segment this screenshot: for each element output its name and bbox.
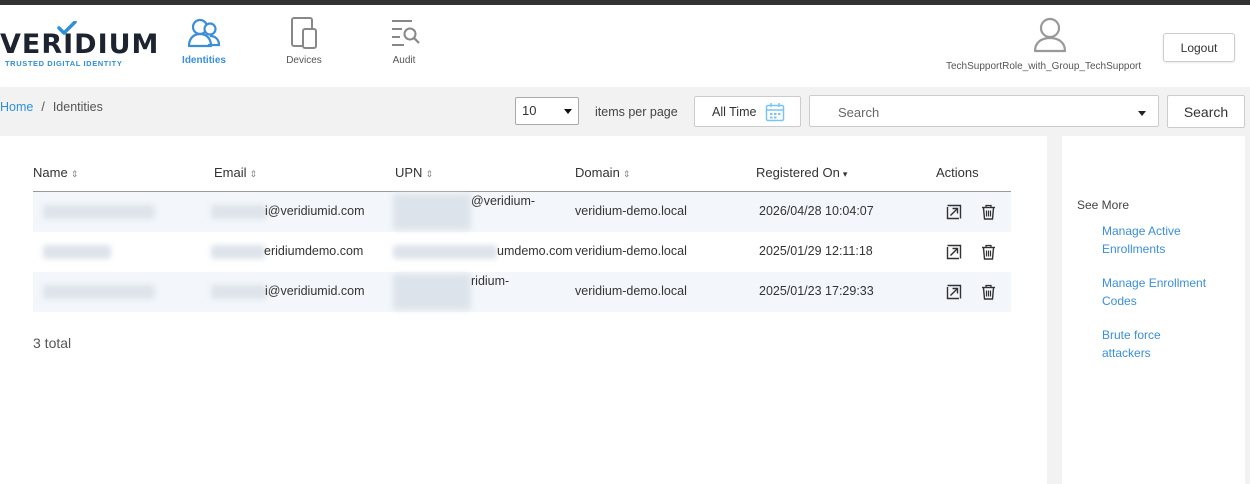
- nav-identities-label: Identities: [182, 55, 226, 66]
- link-line: Manage Enrollment: [1102, 276, 1207, 290]
- search-button[interactable]: Search: [1167, 95, 1245, 128]
- sort-icon: ⇕: [70, 169, 79, 179]
- email-cell: i@veridiumid.com: [265, 204, 365, 218]
- upn-cell: umdemo.com: [497, 244, 573, 258]
- veridium-logo: VERIDIUM TRUSTED DIGITAL IDENTITY: [0, 21, 158, 70]
- users-icon: [187, 18, 221, 48]
- link-line: Manage Active: [1102, 224, 1181, 238]
- redacted-upn: [393, 274, 471, 310]
- trash-icon[interactable]: [981, 284, 996, 300]
- redacted-name: [43, 245, 111, 259]
- date-filter-button[interactable]: All Time: [694, 96, 801, 127]
- see-more-panel: [1062, 136, 1245, 484]
- column-header-actions-label: Actions: [936, 165, 979, 180]
- redacted-upn: [393, 245, 497, 259]
- logout-button[interactable]: Logout: [1163, 33, 1235, 62]
- column-header-domain[interactable]: Domain ⇕: [575, 165, 630, 180]
- sort-icon: ⇕: [249, 169, 258, 179]
- column-header-upn-label: UPN: [395, 165, 423, 180]
- breadcrumb-home[interactable]: Home: [0, 100, 33, 114]
- registered-cell: 2025/01/29 12:11:18: [759, 244, 873, 258]
- open-details-icon[interactable]: [946, 284, 962, 300]
- table-row[interactable]: eridiumdemo.com umdemo.com veridium-demo…: [33, 232, 1011, 272]
- items-per-page-value: 10: [522, 103, 537, 118]
- column-header-registered-label: Registered On: [756, 165, 840, 180]
- domain-cell: veridium-demo.local: [575, 204, 687, 218]
- redacted-name: [43, 285, 155, 299]
- chevron-down-icon: [564, 109, 572, 114]
- column-header-name[interactable]: Name ⇕: [33, 165, 78, 180]
- link-line: Codes: [1102, 294, 1137, 308]
- sort-icon: ⇕: [425, 169, 433, 179]
- nav-devices-label: Devices: [286, 55, 322, 66]
- table-row[interactable]: i@veridiumid.com @veridium- veridium-dem…: [33, 192, 1011, 232]
- link-manage-active-enrollments[interactable]: Manage Active Enrollments: [1102, 222, 1222, 258]
- upn-cell: ridium-: [471, 274, 510, 288]
- domain-cell: veridium-demo.local: [575, 244, 687, 258]
- redacted-name: [43, 205, 155, 219]
- sort-icon: ⇕: [622, 169, 631, 179]
- column-header-name-label: Name: [33, 165, 68, 180]
- app-header: VERIDIUM TRUSTED DIGITAL IDENTITY Identi…: [0, 5, 1250, 87]
- link-line: attackers: [1102, 346, 1151, 360]
- domain-cell: veridium-demo.local: [575, 284, 687, 298]
- link-line: Brute force: [1102, 328, 1161, 342]
- search-input[interactable]: Search: [809, 95, 1159, 127]
- redacted-upn: [393, 194, 471, 230]
- logo-check-icon: [57, 21, 77, 35]
- link-manage-enrollment-codes[interactable]: Manage Enrollment Codes: [1102, 274, 1222, 310]
- user-avatar-icon[interactable]: [1033, 17, 1067, 53]
- open-details-icon[interactable]: [946, 204, 962, 220]
- date-filter-label: All Time: [712, 105, 757, 119]
- column-header-email-label: Email: [214, 165, 247, 180]
- audit-icon: [392, 20, 420, 46]
- devices-icon: [291, 17, 317, 49]
- items-per-page-select[interactable]: 10: [515, 97, 579, 125]
- items-per-page-label: items per page: [595, 105, 678, 119]
- breadcrumb: Home / Identities: [0, 100, 103, 114]
- nav-audit-label: Audit: [392, 55, 416, 66]
- chevron-down-icon[interactable]: [1138, 111, 1146, 116]
- see-more-heading: See More: [1077, 198, 1130, 212]
- upn-cell: @veridium-: [471, 194, 536, 208]
- trash-icon[interactable]: [981, 244, 996, 260]
- sort-descending-icon: ▾: [842, 169, 848, 179]
- breadcrumb-separator: /: [41, 100, 45, 114]
- search-placeholder: Search: [838, 105, 880, 120]
- nav-audit[interactable]: Audit: [364, 17, 444, 79]
- user-role-label: TechSupportRole_with_Group_TechSupport: [946, 61, 1142, 72]
- breadcrumb-current: Identities: [52, 100, 103, 114]
- column-header-email[interactable]: Email ⇕: [214, 165, 257, 180]
- column-header-registered-on[interactable]: Registered On ▾: [756, 165, 847, 180]
- column-header-upn[interactable]: UPN ⇕: [395, 165, 433, 180]
- link-brute-force-attackers[interactable]: Brute force attackers: [1102, 326, 1222, 362]
- redacted-email-prefix: [211, 245, 265, 259]
- trash-icon[interactable]: [981, 204, 996, 220]
- nav-identities[interactable]: Identities: [164, 17, 244, 79]
- open-details-icon[interactable]: [946, 244, 962, 260]
- email-cell: eridiumdemo.com: [264, 244, 364, 258]
- logo-wordmark: VERIDIUM: [0, 29, 160, 60]
- redacted-email-prefix: [211, 285, 267, 299]
- total-count: 3 total: [33, 335, 72, 351]
- column-header-domain-label: Domain: [575, 165, 620, 180]
- table-row[interactable]: i@veridiumid.com ridium- veridium-demo.l…: [33, 272, 1011, 312]
- nav-devices[interactable]: Devices: [264, 17, 344, 79]
- column-header-actions: Actions: [936, 165, 979, 180]
- email-cell: i@veridiumid.com: [265, 284, 365, 298]
- registered-cell: 2025/01/23 17:29:33: [759, 284, 874, 298]
- link-line: Enrollments: [1102, 242, 1166, 256]
- calendar-icon: [765, 103, 785, 122]
- registered-cell: 2026/04/28 10:04:07: [759, 204, 874, 218]
- logo-tagline: TRUSTED DIGITAL IDENTITY: [5, 59, 123, 68]
- redacted-email-prefix: [211, 205, 267, 219]
